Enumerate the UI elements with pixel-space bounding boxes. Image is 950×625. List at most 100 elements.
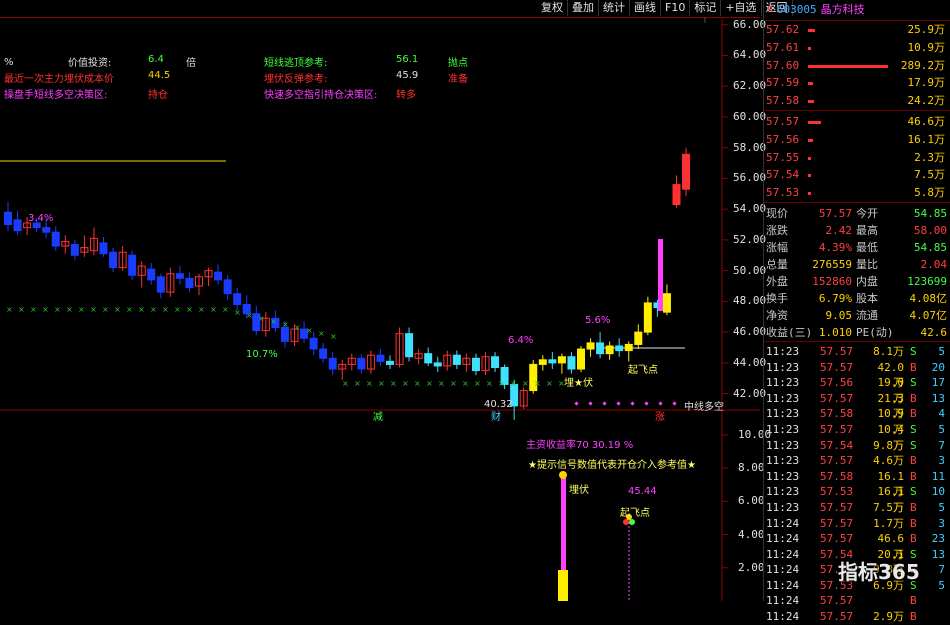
pct-annotation-d: 5.6%: [585, 315, 611, 326]
tick-time: 11:24: [766, 563, 800, 577]
x-marker: ×: [78, 305, 85, 314]
quote-value: 42.6: [920, 325, 948, 339]
diamond-marker: [616, 401, 621, 406]
pct-annotation-a: 3.4%: [28, 213, 54, 224]
tick-time: 11:24: [766, 594, 800, 608]
tick-row: 11:23 57.57 4.6万 B 3: [764, 453, 950, 469]
tick-price: 57.57: [820, 360, 854, 374]
tick-side: B: [910, 500, 917, 514]
toolbar-button-2[interactable]: 统计: [599, 0, 630, 16]
x-marker: ×: [546, 379, 553, 388]
quote-row: 换手 6.79% 股本 4.08亿: [764, 290, 950, 307]
bid-price: 57.53: [766, 186, 800, 200]
qifei-label: 起飞点: [628, 365, 658, 376]
bid-row: 57.57 46.6万: [764, 113, 950, 131]
tick-volume: 8.1万: [873, 344, 904, 358]
rebound-label: 埋伏反弹参考:: [264, 74, 328, 85]
short-top-label: 短线逃顶参考:: [264, 58, 328, 69]
candle-body: [185, 277, 194, 289]
quote-value: 276559: [812, 257, 852, 271]
toolbar-button-1[interactable]: 叠加: [568, 0, 599, 16]
tick-time: 11:23: [766, 469, 800, 483]
candle-body: [662, 293, 671, 313]
x-marker: ×: [174, 305, 181, 314]
tick-side: B: [910, 516, 917, 530]
tick-row: 11:23 57.58 10.9万 B 4: [764, 406, 950, 436]
tick-side: S: [910, 344, 917, 358]
rebound-value: 45.9: [396, 70, 419, 81]
tick-row: 11:23 57.54 9.8万 S 7: [764, 438, 950, 454]
tick-price: 57.57: [820, 500, 854, 514]
toolbar-button-5[interactable]: 标记: [690, 0, 722, 16]
sub-hint-line: ★提示信号数值代表开仓介入参考值★: [528, 460, 696, 471]
jian-marker: 减: [373, 412, 383, 423]
quote-label: 最高: [856, 223, 878, 237]
bid-volume: 7.5万: [914, 168, 945, 182]
tick-time: 11:24: [766, 547, 800, 561]
x-marker: ×: [54, 305, 61, 314]
x-marker: ×: [498, 379, 505, 388]
ask-price: 57.58: [766, 94, 800, 108]
ask-price: 57.61: [766, 40, 800, 54]
sub-qifei-label: 起飞点: [620, 508, 650, 519]
value-invest-unit: 倍: [186, 58, 196, 69]
candle-body: [557, 356, 566, 364]
tick-time: 11:23: [766, 500, 800, 514]
quote-value: 4.08亿: [909, 291, 948, 305]
x-marker: ×: [522, 379, 529, 388]
candle-body: [491, 356, 500, 368]
bid-price: 57.56: [766, 132, 800, 146]
tick-row: 11:23 57.57 21.3万 B 13: [764, 391, 950, 421]
stock-header: R 603005 晶方科技: [764, 0, 950, 21]
tick-price: 57.57: [820, 454, 854, 468]
quote-value: 1.010: [818, 325, 852, 339]
quote-value: 58.00: [913, 223, 947, 237]
quote-value: 57.57: [818, 206, 852, 220]
candle-body: [147, 268, 156, 281]
tick-count: 17: [931, 376, 945, 390]
x-marker: ×: [162, 305, 169, 314]
stock-code[interactable]: 603005: [777, 3, 817, 16]
candle-body: [548, 359, 557, 364]
tick-price: 57.57: [820, 422, 854, 436]
tick-count: 3: [938, 454, 945, 468]
bid-volume: 2.3万: [914, 150, 945, 164]
trader-decision-tag: 持仓: [148, 90, 168, 101]
toolbar-button-3[interactable]: 画线: [630, 0, 661, 16]
x-marker: ×: [90, 305, 97, 314]
candle-body: [280, 327, 289, 342]
ask-depth-bar: [808, 64, 888, 68]
tick-count: 7: [938, 438, 945, 452]
rebound-tag: 准备: [448, 74, 468, 85]
candle-body: [70, 244, 79, 256]
tick-row: 11:24 57.57 2.9万 B: [764, 609, 950, 625]
ask-depth-bar: [808, 46, 812, 50]
quote-row: 收益(三) 1.010 PE(动) 42.6: [764, 324, 950, 341]
candle-body: [596, 342, 605, 355]
chart-area[interactable]: × × × × × × × × × × × × × × × × × × × × × × × × × × × × × × × × × × × × × × × ×…: [0, 17, 771, 601]
quote-value: 152860: [812, 274, 852, 288]
candle-body: [99, 242, 108, 255]
ask-row: 57.62 25.9万: [764, 21, 950, 39]
tick-count: 5: [938, 422, 945, 436]
stock-name[interactable]: 晶方科技: [821, 3, 865, 16]
toolbar-button-6[interactable]: +自选: [721, 0, 762, 16]
tick-side: B: [910, 610, 917, 624]
x-marker: ×: [378, 379, 385, 388]
toolbar-button-4[interactable]: F10: [661, 0, 691, 16]
tick-row: 11:23 57.58 16.1万 B 11: [764, 469, 950, 499]
x-marker: ×: [330, 332, 337, 341]
tick-time: 11:23: [766, 485, 800, 499]
toolbar-button-0[interactable]: 复权: [537, 0, 568, 16]
quote-label: 外盘: [766, 274, 788, 288]
diamond-marker: [644, 401, 649, 406]
x-marker: ×: [186, 305, 193, 314]
quote-row: 总量 276559 量比 2.04: [764, 256, 950, 273]
candle-body: [376, 354, 385, 362]
bid-depth-bar: [808, 192, 811, 196]
tick-count: 5: [938, 500, 945, 514]
tick-count: 5: [938, 344, 945, 358]
candle-body: [156, 276, 165, 293]
ask-volume: 24.2万: [907, 94, 946, 108]
quote-label: 总量: [766, 257, 788, 271]
